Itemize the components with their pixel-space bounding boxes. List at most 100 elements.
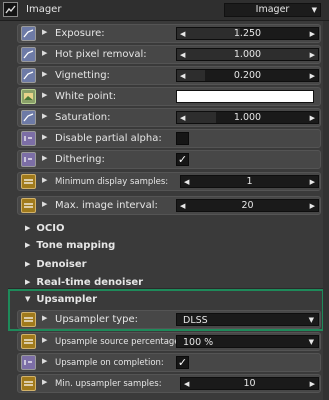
- chevron-down-icon: ▼: [308, 316, 314, 324]
- expand-arrow-icon[interactable]: ▶: [42, 200, 47, 208]
- min-display-value: 1: [246, 176, 253, 187]
- max-interval-slider[interactable]: ◀ 20 ▶: [176, 199, 319, 212]
- enum-icon[interactable]: [21, 334, 36, 349]
- section-tone-mapping[interactable]: ▶ Tone mapping: [25, 240, 115, 251]
- curve-icon[interactable]: [21, 68, 36, 83]
- toggle-icon[interactable]: [21, 131, 36, 146]
- section-upsampler[interactable]: ▼ Upsampler: [25, 294, 97, 305]
- min-display-row: ▶ Minimum display samples: ◀ 1 ▶: [17, 172, 321, 191]
- expand-arrow-icon[interactable]: ▶: [42, 154, 47, 162]
- min-display-label: Minimum display samples:: [55, 177, 169, 187]
- disable-alpha-label: Disable partial alpha:: [55, 133, 162, 144]
- upsample-source-label: Upsample source percentage:: [55, 337, 183, 347]
- max-interval-label: Max. image interval:: [55, 200, 158, 211]
- upsample-completion-checkbox[interactable]: ✓: [176, 356, 189, 369]
- upsample-source-value: 100 %: [183, 337, 214, 348]
- scrollbar[interactable]: [323, 21, 329, 400]
- white-point-swatch[interactable]: [176, 90, 314, 103]
- white-point-row: ▶ White point:: [17, 87, 321, 106]
- expand-arrow-icon[interactable]: ▶: [42, 176, 47, 184]
- curve-icon[interactable]: [21, 26, 36, 41]
- expand-arrow-icon[interactable]: ▶: [42, 28, 47, 36]
- increment-icon[interactable]: ▶: [310, 30, 315, 38]
- section-tone-label: Tone mapping: [36, 240, 116, 251]
- max-interval-row: ▶ Max. image interval: ◀ 20 ▶: [17, 196, 321, 215]
- min-upsampler-label: Min. upsampler samples:: [55, 379, 162, 389]
- integer-icon[interactable]: [21, 198, 36, 213]
- dithering-checkbox[interactable]: ✓: [176, 153, 189, 166]
- increment-icon[interactable]: ▶: [310, 202, 315, 210]
- upsampler-type-value: DLSS: [183, 315, 208, 326]
- toggle-icon[interactable]: [21, 355, 36, 370]
- exposure-label: Exposure:: [55, 28, 105, 39]
- expand-arrow-icon: ▶: [25, 260, 31, 268]
- curve-icon[interactable]: [21, 110, 36, 125]
- chevron-down-icon: ▼: [311, 6, 317, 14]
- section-ocio[interactable]: ▶ OCIO: [25, 223, 64, 234]
- saturation-value: 1.000: [233, 112, 262, 123]
- upsample-source-select[interactable]: 100 % ▼: [176, 335, 319, 348]
- imager-icon[interactable]: [3, 2, 18, 17]
- section-denoiser[interactable]: ▶ Denoiser: [25, 259, 87, 270]
- expand-arrow-icon[interactable]: ▶: [42, 378, 47, 386]
- hot-pixel-slider[interactable]: ◀ 1.000 ▶: [176, 48, 319, 61]
- chevron-down-icon: ▼: [308, 338, 314, 346]
- dithering-label: Dithering:: [55, 154, 105, 165]
- color-picker-icon[interactable]: [21, 89, 36, 104]
- increment-icon[interactable]: ▶: [310, 380, 315, 388]
- saturation-slider[interactable]: ◀ 1.000 ▶: [176, 111, 319, 124]
- min-upsampler-value: 10: [243, 378, 256, 389]
- imager-mode-value: Imager: [255, 4, 290, 15]
- expand-arrow-icon[interactable]: ▶: [42, 133, 47, 141]
- increment-icon[interactable]: ▶: [310, 72, 315, 80]
- expand-arrow-icon: ▶: [25, 224, 31, 232]
- increment-icon[interactable]: ▶: [310, 178, 315, 186]
- curve-icon[interactable]: [21, 47, 36, 62]
- saturation-row: ▶ Saturation: ◀ 1.000 ▶: [17, 108, 321, 127]
- section-realtime-denoiser[interactable]: ▶ Real-time denoiser: [25, 277, 143, 288]
- upsample-completion-row: ▶ Upsample on completion: ✓: [17, 353, 321, 372]
- saturation-label: Saturation:: [55, 112, 111, 123]
- upsampler-type-row: ▶ Upsampler type: DLSS ▼: [17, 310, 321, 329]
- integer-icon[interactable]: [21, 174, 36, 189]
- expand-arrow-icon: ▶: [25, 241, 31, 249]
- imager-header: Imager Imager ▼: [0, 0, 329, 21]
- integer-icon[interactable]: [21, 376, 36, 391]
- section-realtime-label: Real-time denoiser: [36, 277, 144, 288]
- imager-title: Imager: [26, 4, 62, 15]
- dithering-row: ▶ Dithering: ✓: [17, 150, 321, 169]
- upsample-completion-label: Upsample on completion:: [55, 358, 164, 368]
- exposure-slider[interactable]: ◀ 1.250 ▶: [176, 27, 319, 40]
- vignetting-row: ▶ Vignetting: ◀ 0.200 ▶: [17, 66, 321, 85]
- expand-arrow-icon[interactable]: ▶: [42, 112, 47, 120]
- disable-alpha-checkbox[interactable]: [176, 132, 189, 145]
- upsampler-type-select[interactable]: DLSS ▼: [176, 313, 319, 326]
- section-denoiser-label: Denoiser: [36, 259, 87, 270]
- min-upsampler-slider[interactable]: ◀ 10 ▶: [180, 377, 319, 390]
- section-upsampler-label: Upsampler: [36, 294, 98, 305]
- expand-arrow-icon[interactable]: ▶: [42, 91, 47, 99]
- vignetting-label: Vignetting:: [55, 70, 110, 81]
- upsampler-type-label: Upsampler type:: [55, 314, 139, 325]
- expand-arrow-icon[interactable]: ▶: [42, 357, 47, 365]
- section-ocio-label: OCIO: [36, 223, 65, 234]
- min-display-slider[interactable]: ◀ 1 ▶: [180, 175, 319, 188]
- exposure-value: 1.250: [233, 28, 262, 39]
- increment-icon[interactable]: ▶: [310, 51, 315, 59]
- toggle-icon[interactable]: [21, 152, 36, 167]
- expand-arrow-icon[interactable]: ▶: [42, 336, 47, 344]
- max-interval-value: 20: [241, 200, 254, 211]
- min-upsampler-row: ▶ Min. upsampler samples: ◀ 10 ▶: [17, 374, 321, 393]
- vignetting-slider[interactable]: ◀ 0.200 ▶: [176, 69, 319, 82]
- enum-icon[interactable]: [21, 312, 36, 327]
- hot-pixel-value: 1.000: [233, 49, 262, 60]
- hot-pixel-label: Hot pixel removal:: [55, 49, 147, 60]
- disable-alpha-row: ▶ Disable partial alpha:: [17, 129, 321, 148]
- expand-arrow-icon[interactable]: ▶: [42, 49, 47, 57]
- checkmark-icon: ✓: [177, 356, 188, 369]
- expand-arrow-icon[interactable]: ▶: [42, 70, 47, 78]
- imager-mode-select[interactable]: Imager ▼: [224, 3, 321, 17]
- expand-arrow-icon[interactable]: ▶: [42, 314, 47, 322]
- checkmark-icon: ✓: [177, 153, 188, 166]
- increment-icon[interactable]: ▶: [310, 114, 315, 122]
